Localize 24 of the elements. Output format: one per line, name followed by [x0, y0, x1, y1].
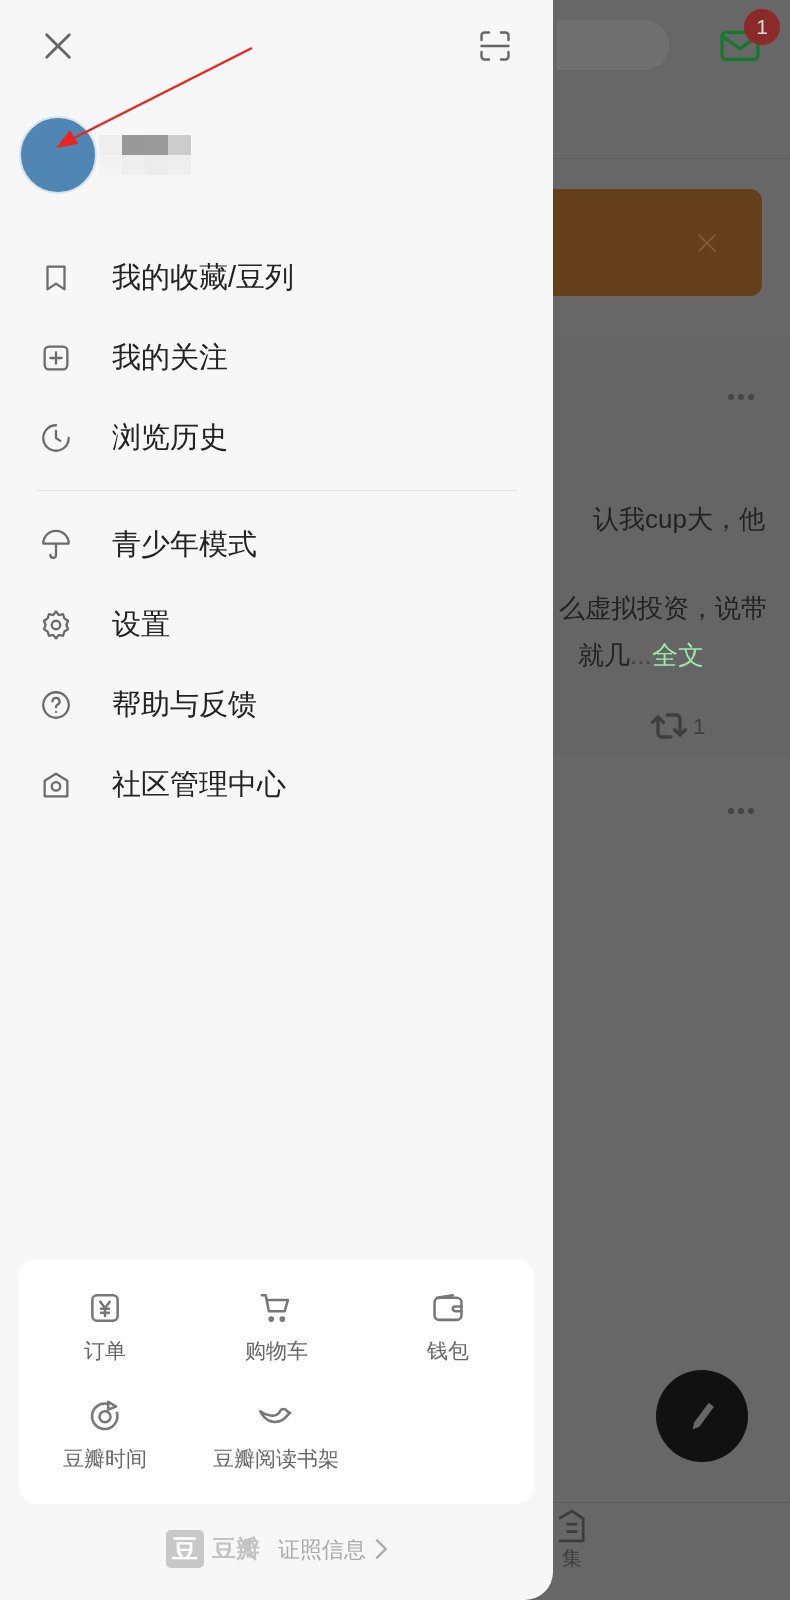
- service-item[interactable]: 豆瓣时间: [19, 1396, 191, 1474]
- menu-item[interactable]: 设置: [36, 585, 517, 665]
- post-text: 么虚拟投资，说带: [558, 592, 768, 625]
- post-text: 认我cup大，他: [592, 503, 766, 536]
- full-text-link[interactable]: 全文: [651, 640, 704, 670]
- umbrella-icon: [39, 528, 73, 562]
- service-item[interactable]: 订单: [19, 1289, 191, 1367]
- menu-item[interactable]: 我的关注: [36, 318, 517, 398]
- menu-item[interactable]: 浏览历史: [36, 398, 517, 478]
- menu-item[interactable]: 我的收藏/豆列: [36, 238, 517, 318]
- clock-icon: [39, 421, 73, 455]
- chevron-right-icon: [373, 1538, 388, 1560]
- house-icon: [559, 1509, 585, 1543]
- service-item[interactable]: 豆瓣阅读书架: [190, 1396, 363, 1474]
- notification-badge: 1: [744, 9, 780, 45]
- more-icon[interactable]: [728, 394, 754, 400]
- more-icon[interactable]: [728, 808, 754, 814]
- service-item[interactable]: 钱包: [362, 1289, 534, 1367]
- service-item[interactable]: 购物车: [190, 1289, 363, 1367]
- menu-item[interactable]: 社区管理中心: [36, 745, 517, 825]
- help-icon: [39, 688, 73, 722]
- menu-item[interactable]: 青少年模式: [36, 505, 517, 585]
- menu-item[interactable]: 帮助与反馈: [36, 665, 517, 745]
- post-text: 就几...全文: [577, 639, 705, 672]
